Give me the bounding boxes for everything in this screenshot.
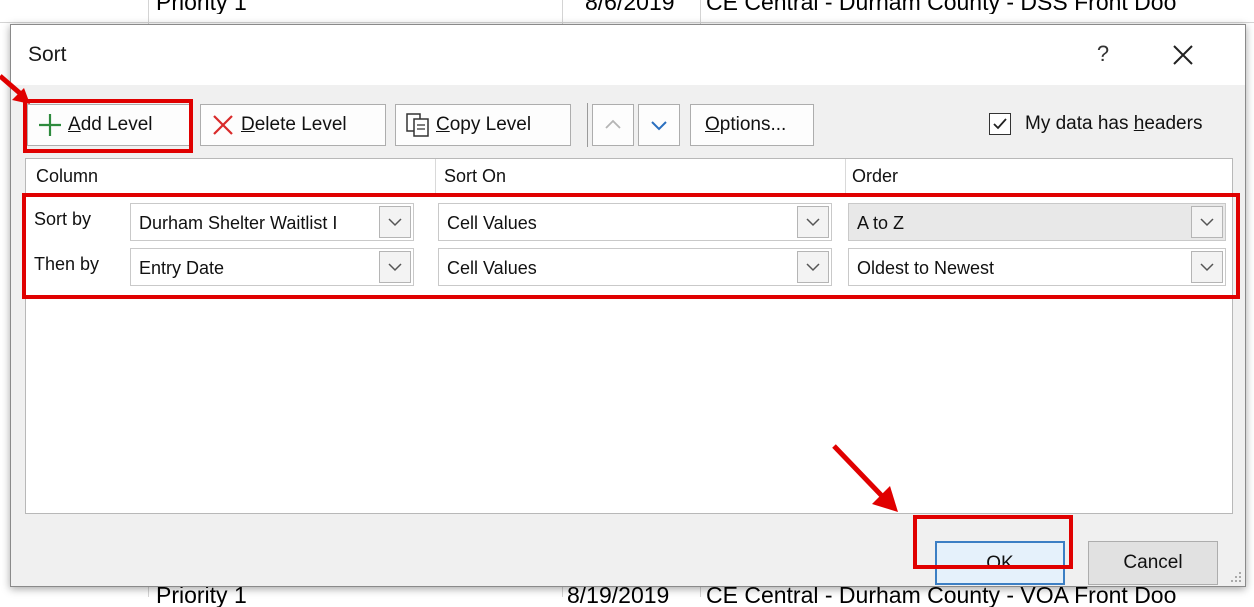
dialog-titlebar: Sort ?: [11, 25, 1245, 85]
then-by-sort-on-dropdown[interactable]: Cell Values: [438, 248, 832, 286]
headers-checkbox[interactable]: [989, 113, 1011, 135]
chevron-down-icon[interactable]: [379, 251, 411, 283]
options-label-key: O: [705, 114, 720, 135]
sort-by-column-value: Durham Shelter Waitlist I: [139, 213, 338, 233]
chevron-down-icon[interactable]: [797, 251, 829, 283]
sort-by-column-dropdown[interactable]: Durham Shelter Waitlist I: [130, 203, 414, 241]
copy-icon: [404, 111, 432, 139]
sort-by-order-value: A to Z: [857, 213, 905, 233]
column-header-column: Column: [26, 159, 436, 193]
options-button[interactable]: Options...: [690, 104, 814, 146]
add-level-label-key: A: [68, 114, 81, 135]
close-button[interactable]: [1166, 39, 1200, 71]
dialog-title: Sort: [28, 43, 67, 66]
toolbar-separator: [587, 103, 588, 147]
copy-level-label: opy Level: [449, 114, 532, 135]
move-up-button[interactable]: [592, 104, 634, 146]
sheet-cell-location: CE Central - Durham County - DSS Front D…: [706, 0, 1177, 14]
checkmark-icon: [993, 118, 1007, 130]
delete-level-label: elete Level: [254, 114, 347, 135]
chevron-down-icon[interactable]: [1191, 251, 1223, 283]
headers-label-key: h: [1133, 113, 1145, 134]
column-header-order: Order: [852, 166, 899, 186]
chevron-down-icon[interactable]: [379, 206, 411, 238]
then-by-column-value: Entry Date: [139, 258, 225, 278]
chevron-up-icon: [605, 119, 621, 129]
my-data-has-headers-option[interactable]: My data has h eaders: [989, 113, 1202, 135]
move-down-button[interactable]: [638, 104, 680, 146]
headers-label: My data has: [1025, 113, 1134, 134]
sheet-cell-priority: Priority 1: [156, 0, 247, 14]
then-by-sort-on-value: Cell Values: [447, 258, 537, 278]
then-by-order-dropdown[interactable]: Oldest to Newest: [848, 248, 1226, 286]
sort-by-label: Sort by: [34, 209, 92, 229]
sort-dialog: Sort ? Add Level Delete Level Copy Level…: [10, 24, 1246, 587]
options-label: ptions...: [719, 114, 787, 135]
column-header-sort-on: Sort On: [436, 159, 846, 193]
copy-level-label-key: C: [436, 114, 450, 135]
chevron-down-icon[interactable]: [797, 206, 829, 238]
then-by-label: Then by: [34, 254, 100, 274]
then-by-order-value: Oldest to Newest: [857, 258, 995, 278]
plus-icon: [36, 111, 64, 139]
sheet-cell-date: 8/6/2019: [585, 0, 675, 14]
delete-level-label-key: D: [241, 114, 255, 135]
delete-level-button[interactable]: Delete Level: [200, 104, 386, 146]
resize-grip-icon[interactable]: [1229, 570, 1243, 584]
sort-by-order-dropdown[interactable]: A to Z: [848, 203, 1226, 241]
chevron-down-icon[interactable]: [1191, 206, 1223, 238]
sort-by-sort-on-dropdown[interactable]: Cell Values: [438, 203, 832, 241]
headers-label-end: eaders: [1144, 113, 1203, 134]
help-button[interactable]: ?: [1088, 39, 1118, 69]
add-level-button[interactable]: Add Level: [27, 104, 191, 146]
add-level-label: dd Level: [80, 114, 153, 135]
sort-by-sort-on-value: Cell Values: [447, 213, 537, 233]
sort-levels-grid: Column Sort On Order Sort by Durham Shel…: [25, 158, 1233, 514]
ok-button[interactable]: OK: [935, 541, 1065, 585]
cancel-button[interactable]: Cancel: [1088, 541, 1218, 585]
then-by-column-dropdown[interactable]: Entry Date: [130, 248, 414, 286]
delete-x-icon: [209, 111, 237, 139]
close-icon: [1173, 45, 1193, 65]
copy-level-button[interactable]: Copy Level: [395, 104, 571, 146]
chevron-down-icon: [651, 121, 667, 131]
